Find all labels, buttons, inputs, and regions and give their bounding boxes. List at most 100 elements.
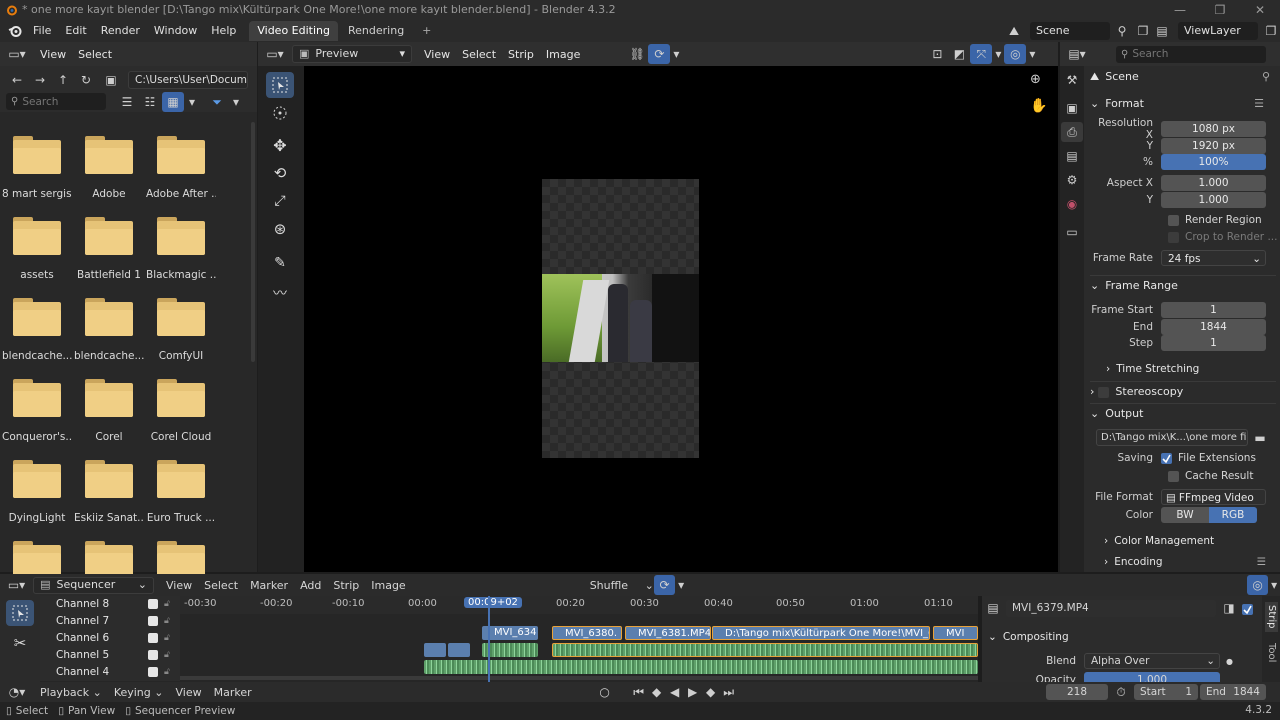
lock-icon[interactable]: 🔓︎ — [164, 596, 170, 613]
video-strip[interactable]: MVI_6381.MP4 — [625, 626, 711, 640]
tab-video-editing[interactable]: Video Editing — [249, 21, 338, 41]
crop-render-checkbox[interactable]: Crop to Render ... — [1168, 228, 1278, 246]
preview-menu-image[interactable]: Image — [540, 48, 586, 61]
tab-rendering[interactable]: Rendering — [340, 21, 412, 41]
jump-end-icon[interactable]: ⏭ — [720, 682, 738, 702]
tab-tool[interactable]: Tool — [1265, 640, 1278, 665]
stereoscopy-section-header[interactable]: › Stereoscopy — [1090, 381, 1276, 401]
render-region-check[interactable] — [1168, 214, 1179, 226]
menu-edit[interactable]: Edit — [58, 20, 93, 42]
minimize-button[interactable]: — — [1160, 0, 1200, 20]
tab-strip[interactable]: Strip — [1265, 602, 1278, 632]
output-section-header[interactable]: ⌄ Output — [1090, 403, 1276, 423]
play-reverse-icon[interactable]: ◀ — [666, 682, 684, 702]
fb-menu-view[interactable]: View — [34, 48, 72, 61]
render-tab-icon[interactable]: ▣ — [1061, 98, 1083, 118]
properties-editor-type-icon[interactable]: ▤▾ — [1060, 44, 1094, 64]
seq-overlays-dropdown-icon[interactable]: ▾ — [1268, 575, 1280, 595]
seq-overlays-icon[interactable]: ◎ — [1246, 575, 1269, 595]
compositing-section-header[interactable]: ⌄ Compositing — [988, 628, 1250, 646]
menu-help[interactable]: Help — [204, 20, 243, 42]
timeline-editor-type-icon[interactable]: ◔▾ — [0, 682, 34, 702]
pin-context-icon[interactable]: ⚲ — [1262, 67, 1270, 87]
preview-menu-strip[interactable]: Strip — [502, 48, 540, 61]
playback-menu[interactable]: Playback ⌄ — [34, 686, 108, 699]
opacity-field[interactable]: 1.000 — [1084, 672, 1220, 682]
filter-dropdown-icon[interactable]: ▾ — [228, 92, 244, 112]
lock-icon[interactable]: 🔓︎ — [164, 647, 170, 664]
timeline-scrollbar[interactable] — [180, 676, 978, 680]
audio-strip[interactable] — [424, 643, 446, 657]
cursor-tool-icon[interactable] — [266, 100, 294, 126]
crop-render-check[interactable] — [1168, 231, 1179, 243]
play-icon[interactable]: ▶ — [684, 682, 702, 702]
channel-name[interactable]: Channel 6 — [56, 632, 109, 644]
current-frame-field[interactable]: 218 — [1046, 684, 1108, 700]
scene-tab-icon[interactable]: ⚙ — [1061, 170, 1083, 190]
overlay-settings-icon[interactable]: ◩ — [948, 44, 970, 64]
strip-mute-icon[interactable]: ◨ — [1218, 598, 1240, 618]
video-strip[interactable]: MVI_634 — [482, 626, 538, 640]
prev-keyframe-icon[interactable]: ◆ — [648, 682, 666, 702]
lock-icon[interactable]: 🔓︎ — [164, 664, 170, 681]
display-channels-icon[interactable]: ⊡ — [926, 44, 948, 64]
blend-mode-select[interactable]: Alpha Over ⌄ — [1084, 653, 1220, 669]
folder-browse-icon[interactable]: ▬ — [1249, 428, 1271, 448]
menu-file[interactable]: File — [26, 20, 58, 42]
channel-name[interactable]: Channel 5 — [56, 649, 109, 661]
seq-snap-icon[interactable]: ⟳ — [653, 575, 676, 595]
time-stretching-subpanel[interactable]: › Time Stretching — [1106, 359, 1276, 379]
stereoscopy-check[interactable] — [1098, 386, 1110, 398]
frame-step-field[interactable]: 1 — [1161, 335, 1266, 351]
preview-menu-select[interactable]: Select — [456, 48, 502, 61]
annotate-tool-icon[interactable]: 〰 — [266, 280, 294, 306]
format-section-header[interactable]: ⌄ Format ☰ — [1090, 94, 1276, 114]
cache-result-checkbox[interactable]: Cache Result — [1168, 467, 1278, 485]
video-strip[interactable]: D:\Tango mix\Kültürpark One More!\MVI_63… — [712, 626, 930, 640]
folder-item[interactable]: Battlefield 1 — [74, 217, 144, 281]
folder-item[interactable]: blendcache... — [74, 298, 144, 362]
encoding-subpanel[interactable]: › Encoding ☰ — [1104, 552, 1276, 572]
timeline-menu-view[interactable]: View — [169, 686, 207, 699]
editor-type-icon[interactable]: ▭▾ — [0, 44, 34, 64]
timeline-menu-marker[interactable]: Marker — [208, 686, 258, 699]
channel-name[interactable]: Channel 4 — [56, 666, 109, 678]
file-extensions-check[interactable] — [1161, 452, 1172, 464]
jump-start-icon[interactable]: ⏮ — [630, 682, 648, 702]
next-keyframe-icon[interactable]: ◆ — [702, 682, 720, 702]
overlays-dropdown-icon[interactable]: ▾ — [1026, 44, 1038, 64]
audio-strip[interactable] — [482, 643, 538, 657]
seq-menu-image[interactable]: Image — [365, 579, 411, 592]
video-strip[interactable]: MVI — [933, 626, 978, 640]
channel-name[interactable]: Channel 8 — [56, 598, 109, 610]
columns-view-icon[interactable]: ☷ — [139, 92, 161, 112]
folder-item[interactable]: Eskiiz Sanat... — [74, 460, 144, 524]
preview-mode-select[interactable]: ▣ Preview ▾ — [292, 45, 412, 63]
file-search-input[interactable] — [22, 95, 93, 108]
seq-snap-dropdown-icon[interactable]: ▾ — [675, 575, 687, 595]
pivot-icon[interactable]: ⛓ — [626, 44, 648, 64]
color-management-subpanel[interactable]: › Color Management — [1104, 531, 1276, 551]
cache-result-check[interactable] — [1168, 470, 1179, 482]
color-rgb-button[interactable]: RGB — [1209, 507, 1257, 523]
sequencer-mode-select[interactable]: ▤ Sequencer ⌄ — [33, 576, 155, 594]
scene-field[interactable]: Scene — [1030, 22, 1110, 40]
render-region-checkbox[interactable]: Render Region — [1168, 211, 1278, 229]
pan-hand-icon[interactable]: ✋ — [1030, 98, 1047, 114]
timeline-ruler[interactable]: -00:30 -00:20 -00:10 00:00 00:09+02 00:20 00:3… — [180, 596, 978, 614]
seq-select-tool-icon[interactable] — [6, 600, 34, 626]
encoding-presets-icon[interactable]: ☰ — [1257, 552, 1266, 572]
resolution-y-field[interactable]: 1920 px — [1161, 138, 1266, 154]
start-frame-field[interactable]: Start 1 — [1134, 684, 1198, 700]
back-icon[interactable]: ← — [6, 70, 28, 90]
keyframe-dot-icon[interactable]: ● — [1226, 657, 1233, 666]
transform-tool-icon[interactable]: ⊛ — [266, 216, 294, 242]
gizmo-dropdown-icon[interactable]: ▾ — [992, 44, 1004, 64]
video-strip[interactable]: MVI_6380. — [552, 626, 622, 640]
folder-item[interactable]: blendcache... — [2, 298, 72, 362]
scene-icon[interactable]: ⛰ — [1002, 21, 1026, 41]
playhead[interactable] — [488, 596, 490, 682]
folder-item[interactable]: Corel Cloud — [146, 379, 216, 443]
rotate-tool-icon[interactable]: ⟲ — [266, 160, 294, 186]
channel-mute-check[interactable] — [148, 633, 158, 643]
